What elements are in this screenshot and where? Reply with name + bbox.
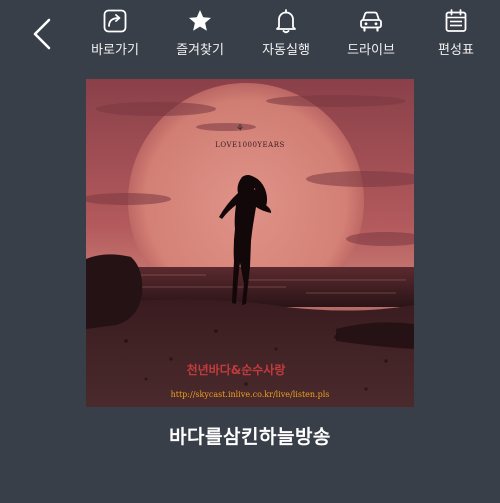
toolbar-shortcut-label: 바로가기 — [91, 43, 139, 58]
toolbar-drive-label: 드라이브 — [347, 43, 395, 58]
back-button[interactable] — [22, 14, 62, 54]
schedule-icon — [443, 8, 469, 34]
toolbar-favorites-button[interactable]: 즐겨찾기 — [160, 6, 240, 60]
toolbar-autoplay-label: 자동실행 — [262, 43, 310, 58]
shortcut-icon — [102, 8, 128, 34]
toolbar-drive-button[interactable]: 드라이브 — [331, 6, 411, 60]
chevron-left-icon — [33, 18, 51, 50]
station-name: 바다를삼킨하늘방송 — [169, 426, 331, 448]
artwork-logo-mark: ⚘ — [236, 124, 244, 134]
toolbar-favorites-label: 즐겨찾기 — [176, 43, 224, 58]
artwork-logo-text: LOVE1000YEARS — [215, 141, 285, 149]
toolbar-schedule-label: 편성표 — [438, 43, 474, 58]
toolbar-schedule-button[interactable]: 편성표 — [416, 6, 496, 60]
top-toolbar: 바로가기 즐겨찾기 자동실행 드라이브 편성표 — [0, 0, 500, 64]
star-icon — [187, 8, 213, 34]
toolbar-shortcut-button[interactable]: 바로가기 — [75, 6, 155, 60]
toolbar-autoplay-button[interactable]: 자동실행 — [246, 6, 326, 60]
artwork-url: http://skycast.inlive.co.kr/live/listen.… — [171, 390, 330, 399]
station-artwork[interactable]: ⚘ LOVE1000YEARS 천년바다&순수사랑 http://skycast… — [86, 79, 414, 407]
bell-icon — [273, 8, 299, 34]
car-icon — [358, 8, 384, 34]
artwork-caption: 천년바다&순수사랑 — [187, 362, 286, 377]
